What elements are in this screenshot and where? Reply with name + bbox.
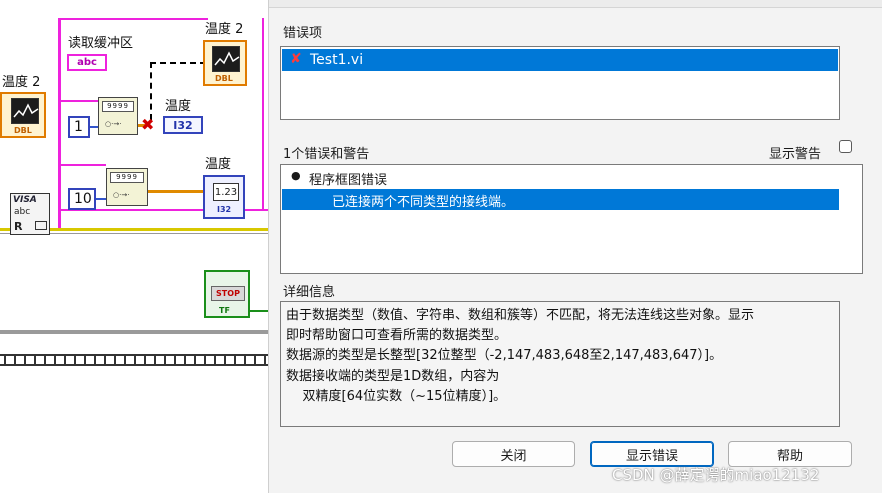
temp-waveform-indicator-left[interactable]: DBL (0, 92, 46, 138)
error-x-icon: ✘ (290, 51, 302, 67)
graph-icon (11, 98, 39, 124)
details-line-4: 数据接收端的类型是1D数组，内容为 (286, 369, 500, 384)
error-list-dialog: 错误项 ✘ Test1.vi 1个错误和警告 显示警告 ● 程序框图错误 已连接… (268, 0, 882, 493)
visa-abc: abc (14, 207, 31, 217)
subvi-arrow-icon: ○·→· (105, 120, 122, 128)
loop-border-bottom (0, 330, 268, 334)
visa-terminal-icon (35, 221, 47, 230)
wire-pink-top[interactable] (58, 18, 208, 20)
i32-tag: I32 (173, 118, 193, 132)
details-textbox[interactable]: 由于数据类型（数值、字符串、数组和簇等）不匹配，将无法连线这些对象。显示 即时帮… (280, 301, 840, 427)
details-line-2: 即时帮助窗口可查看所需的数据类型。 (286, 328, 508, 343)
broken-wire-h[interactable] (150, 62, 206, 64)
subvi-string-to-number[interactable]: 9999 ○·→· (98, 97, 138, 135)
subvi-arrow-icon: ○·→· (113, 191, 130, 199)
constant-one-value: 1 (74, 119, 83, 135)
wire-pink-mid[interactable] (58, 100, 98, 102)
label-temp-dbl: 温度 (205, 157, 232, 172)
dbl-tag: DBL (215, 74, 233, 83)
numeric-indicator[interactable]: 1.23 I32 (203, 175, 245, 219)
visa-title: VISA (13, 195, 37, 205)
broken-wire-x-icon[interactable]: ✖ (141, 115, 154, 134)
dbl-tag: DBL (14, 126, 32, 135)
wire-pink-low[interactable] (58, 164, 106, 166)
stop-terminal[interactable]: STOP TF (204, 270, 250, 318)
visa-r: R (14, 220, 23, 233)
details-line-1: 由于数据类型（数值、字符串、数组和簇等）不匹配，将无法连线这些对象。显示 (286, 308, 755, 323)
dialog-top-strip (269, 0, 882, 8)
errors-label: 错误项 (283, 26, 323, 41)
abc-tag: abc (77, 57, 97, 68)
subvi-format: 9999 (102, 101, 134, 112)
subvi-format: 9999 (110, 172, 144, 183)
label-temp-top: 温度 2 (205, 22, 244, 37)
stop-label: STOP (211, 286, 245, 301)
constant-one[interactable]: 1 (68, 116, 90, 138)
error-items-list[interactable]: ✘ Test1.vi (280, 46, 840, 120)
tree-group-label: 程序框图错误 (309, 173, 388, 188)
show-warnings-checkbox[interactable] (839, 140, 852, 153)
stop-wire[interactable] (250, 310, 268, 312)
tree-group-row[interactable]: ● 程序框图错误 (289, 169, 849, 189)
tree-item-label: 已连接两个不同类型的接线端。 (332, 195, 515, 210)
subvi-number-format[interactable]: 9999 ○·→· (106, 168, 148, 206)
visa-read-node[interactable]: VISA abc R (10, 193, 50, 235)
wire-pink-vertical[interactable] (58, 18, 61, 230)
label-read-buffer: 读取缓冲区 (68, 36, 134, 51)
error-count-label: 1个错误和警告 (283, 147, 370, 162)
block-diagram[interactable]: 温度 2 DBL 读取缓冲区 abc 温度 2 DBL 1 9999 ○·→· … (0, 0, 268, 493)
i32-small-tag: I32 (217, 205, 232, 214)
constant-ten-value: 10 (74, 191, 92, 207)
csdn-watermark: CSDN @薛定谔的miao12132 (612, 466, 820, 484)
label-temp-left: 温度 2 (2, 75, 41, 90)
bullet-icon: ● (291, 169, 301, 182)
broken-wire-v[interactable] (150, 62, 152, 120)
graph-icon (212, 46, 240, 72)
constant-ten[interactable]: 10 (68, 188, 96, 210)
wire-pink-right[interactable] (262, 18, 264, 209)
details-line-5: 双精度[64位实数（~15位精度）]。 (286, 389, 507, 404)
error-item-row[interactable]: ✘ Test1.vi (282, 49, 838, 71)
label-temp-i32: 温度 (165, 99, 192, 114)
show-warnings-label: 显示警告 (769, 147, 822, 162)
sequence-frame-border (0, 354, 268, 366)
tree-item-row[interactable]: 已连接两个不同类型的接线端。 (282, 189, 839, 210)
details-line-3: 数据源的类型是长整型[32位整型（-2,147,483,648至2,147,48… (286, 348, 723, 363)
error-item-name: Test1.vi (310, 52, 364, 68)
wire-orange[interactable] (148, 190, 204, 193)
numeric-display: 1.23 (213, 183, 239, 201)
details-label: 详细信息 (283, 285, 336, 300)
string-indicator[interactable]: abc (67, 54, 107, 71)
error-details-tree[interactable]: ● 程序框图错误 已连接两个不同类型的接线端。 (280, 164, 863, 274)
i32-indicator[interactable]: I32 (163, 116, 203, 134)
temp-waveform-indicator-top[interactable]: DBL (203, 40, 247, 86)
close-button[interactable]: 关闭 (452, 441, 575, 467)
tf-tag: TF (219, 306, 230, 315)
